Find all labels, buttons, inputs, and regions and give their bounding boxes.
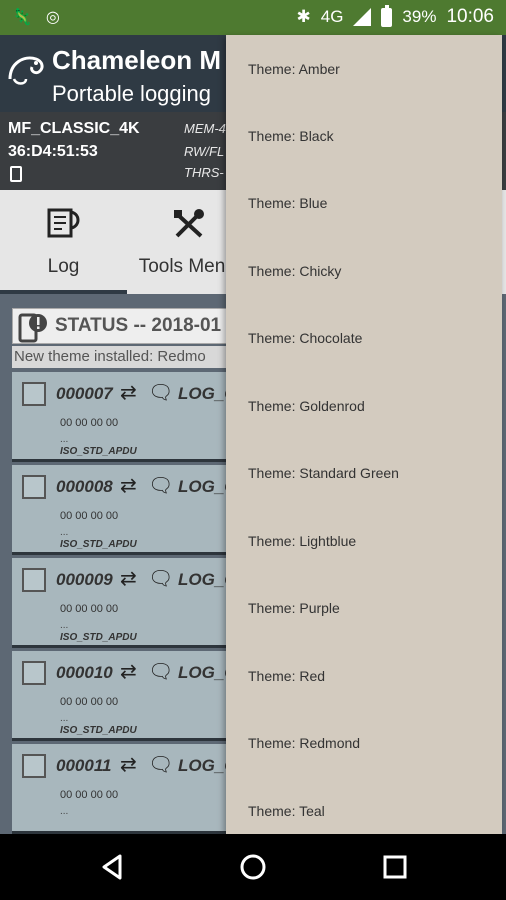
menu-item-theme-redmond[interactable]: Theme: Redmond bbox=[226, 709, 502, 776]
menu-item-theme-chocolate[interactable]: Theme: Chocolate bbox=[226, 304, 502, 371]
log-entry-bytes: 00 00 00 00 bbox=[60, 603, 119, 615]
log-entry-protocol: ISO_STD_APDU bbox=[60, 632, 137, 643]
log-entry-bytes: 00 00 00 00 bbox=[60, 789, 119, 801]
transfer-arrows-icon: ⇄ bbox=[120, 568, 137, 590]
tools-icon bbox=[174, 209, 204, 238]
transfer-arrows-icon: ⇄ bbox=[120, 661, 137, 683]
device-rw-label: RW/FL bbox=[184, 144, 225, 159]
device-uid: 36:D4:51:53 bbox=[8, 143, 98, 160]
clock: 10:06 bbox=[446, 6, 494, 27]
log-entry-number: 000007 bbox=[56, 384, 113, 403]
log-entry-protocol: ISO_STD_APDU bbox=[60, 725, 137, 736]
chat-icon: 🗨 bbox=[148, 382, 174, 404]
nfc-notification-icon: ◎ bbox=[45, 9, 60, 26]
tab-tools-menu-label: Tools Men bbox=[138, 256, 226, 277]
log-icon bbox=[47, 208, 80, 238]
menu-item-theme-black[interactable]: Theme: Black bbox=[226, 102, 502, 169]
log-entry-bytes: 00 00 00 00 bbox=[60, 417, 119, 429]
chat-icon: 🗨 bbox=[148, 568, 174, 590]
log-entry-number: 000008 bbox=[56, 477, 113, 496]
battery-percent: 39% bbox=[402, 7, 437, 26]
log-entry-ellipsis: ... bbox=[60, 620, 69, 631]
device-usb-icon bbox=[10, 166, 22, 182]
signal-icon bbox=[353, 8, 372, 26]
log-entry-number: 000010 bbox=[56, 663, 113, 682]
transfer-arrows-icon: ⇄ bbox=[120, 382, 137, 404]
chameleon-notification-icon: 🦎 bbox=[12, 9, 32, 26]
chat-icon: 🗨 bbox=[148, 661, 174, 683]
menu-item-theme-blue[interactable]: Theme: Blue bbox=[226, 169, 502, 236]
log-entry-number: 000009 bbox=[56, 570, 113, 589]
log-entry-checkbox[interactable] bbox=[22, 661, 46, 685]
battery-icon bbox=[381, 4, 393, 27]
back-icon[interactable] bbox=[98, 852, 128, 882]
tab-tools-menu[interactable]: Tools Men bbox=[127, 190, 237, 294]
log-entry-bytes: 00 00 00 00 bbox=[60, 510, 119, 522]
log-entry-bytes: 00 00 00 00 bbox=[60, 696, 119, 708]
network-type-label: 4G bbox=[320, 7, 344, 26]
log-entry-ellipsis: ... bbox=[60, 806, 69, 817]
status-alert-icon bbox=[18, 313, 47, 343]
home-icon[interactable] bbox=[238, 852, 268, 882]
recents-icon[interactable] bbox=[380, 852, 410, 882]
status-bar: 🦎 ◎ ✱ 4G 39% 10:06 bbox=[0, 0, 506, 35]
menu-item-theme-teal[interactable]: Theme: Teal bbox=[226, 777, 502, 844]
chameleon-logo-icon bbox=[8, 56, 44, 85]
log-entry-checkbox[interactable] bbox=[22, 475, 46, 499]
menu-item-theme-amber[interactable]: Theme: Amber bbox=[226, 35, 502, 102]
transfer-arrows-icon: ⇄ bbox=[120, 475, 137, 497]
menu-item-theme-chicky[interactable]: Theme: Chicky bbox=[226, 237, 502, 304]
menu-item-theme-goldenrod[interactable]: Theme: Goldenrod bbox=[226, 372, 502, 439]
theme-menu: Theme: Amber Theme: Black Theme: Blue Th… bbox=[226, 35, 502, 834]
app-title: Chameleon M bbox=[52, 45, 222, 75]
log-entry-checkbox[interactable] bbox=[22, 754, 46, 778]
app-subtitle: Portable logging bbox=[52, 81, 212, 106]
log-entry-number: 000011 bbox=[56, 756, 112, 775]
device-threshold-label: THRS- bbox=[184, 165, 224, 180]
log-entry-protocol: ISO_STD_APDU bbox=[60, 539, 137, 550]
log-entry-checkbox[interactable] bbox=[22, 568, 46, 592]
menu-item-theme-lightblue[interactable]: Theme: Lightblue bbox=[226, 507, 502, 574]
menu-item-theme-purple[interactable]: Theme: Purple bbox=[226, 574, 502, 641]
transfer-arrows-icon: ⇄ bbox=[120, 754, 137, 776]
log-entry-ellipsis: ... bbox=[60, 434, 69, 445]
status-title: STATUS -- 2018-01 bbox=[55, 315, 222, 336]
bluetooth-icon: ✱ bbox=[296, 7, 311, 26]
log-entry-checkbox[interactable] bbox=[22, 382, 46, 406]
chat-icon: 🗨 bbox=[148, 754, 174, 776]
menu-item-theme-standard-green[interactable]: Theme: Standard Green bbox=[226, 439, 502, 506]
device-memory-label: MEM-4 bbox=[184, 121, 226, 136]
tab-log[interactable]: Log bbox=[0, 190, 127, 294]
chat-icon: 🗨 bbox=[148, 475, 174, 497]
tab-log-label: Log bbox=[47, 256, 80, 277]
menu-item-theme-red[interactable]: Theme: Red bbox=[226, 642, 502, 709]
log-entry-ellipsis: ... bbox=[60, 527, 69, 538]
log-entry-ellipsis: ... bbox=[60, 713, 69, 724]
log-entry-protocol: ISO_STD_APDU bbox=[60, 446, 137, 457]
device-config-name: MF_CLASSIC_4K bbox=[8, 120, 140, 137]
